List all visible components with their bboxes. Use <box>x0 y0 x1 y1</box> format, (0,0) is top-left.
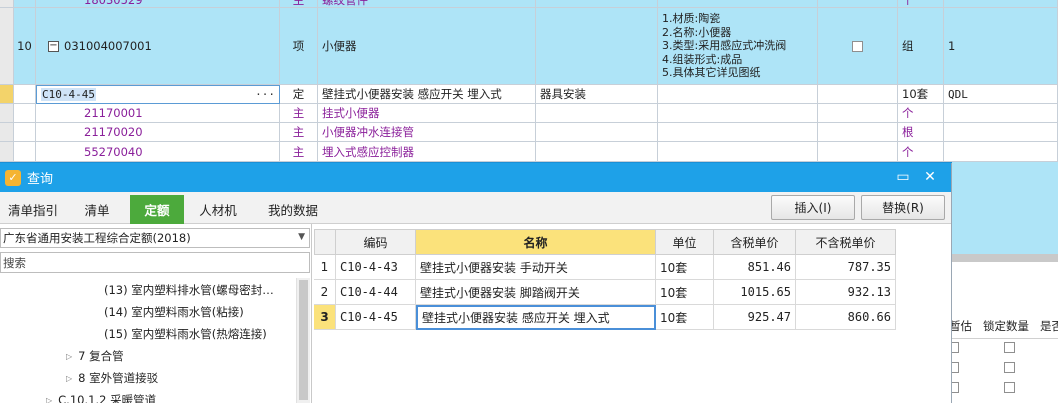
column-header-code[interactable]: 编码 <box>336 229 416 255</box>
table-row[interactable]: 21170001 主 挂式小便器 个 <box>0 104 1058 123</box>
dialog-title: 查询 <box>27 172 54 187</box>
column-header-lock-qty[interactable]: 锁定数量 <box>983 314 1029 338</box>
search-input[interactable] <box>0 252 310 273</box>
row-code: 18030529 <box>36 0 280 8</box>
table-row[interactable]: 55270040 主 埋入式感应控制器 个 <box>0 142 1058 162</box>
table-row[interactable]: C10-4-45 ··· 定 壁挂式小便器安装 感应开关 埋入式 器具安装 10… <box>0 85 1058 104</box>
tab-quota[interactable]: 定额 <box>130 195 184 224</box>
collapse-icon[interactable]: − <box>48 40 59 52</box>
column-header-index <box>314 229 336 255</box>
column-header-name[interactable]: 名称 <box>416 229 656 255</box>
tree-scrollbar[interactable] <box>296 278 310 403</box>
expand-icon[interactable]: ▷ <box>66 352 72 361</box>
close-icon[interactable]: ✕ <box>921 168 939 186</box>
code-input[interactable]: C10-4-45 ··· <box>36 85 280 104</box>
column-header-estimate[interactable]: 暂估 <box>949 314 972 338</box>
column-header-whether[interactable]: 是否 <box>1040 314 1058 338</box>
insert-button[interactable]: 插入(I) <box>771 195 855 220</box>
column-header-notax-price[interactable]: 不含税单价 <box>796 229 896 255</box>
table-row[interactable]: 21170020 主 小便器冲水连接管 根 <box>0 123 1058 142</box>
tab-list-guide[interactable]: 清单指引 <box>0 195 66 224</box>
minimize-icon[interactable]: ▭ <box>894 168 912 186</box>
dialog-titlebar[interactable]: ✓ 查询 ▭ ✕ <box>0 163 952 192</box>
tab-my-data[interactable]: 我的数据 <box>252 195 334 224</box>
tree-item[interactable]: (15) 室内塑料雨水管(热熔连接) <box>104 324 267 344</box>
app-logo-icon: ✓ <box>5 169 21 186</box>
rulebook-select[interactable]: 广东省通用安装工程综合定额(2018) ▼ <box>0 228 310 248</box>
tree-item[interactable]: ▷ 8 室外管道接驳 <box>66 368 158 388</box>
tree-item[interactable]: (14) 室内塑料雨水管(粘接) <box>104 302 244 322</box>
tab-bar: 清单指引 清单 定额 人材机 我的数据 插入(I) 替换(R) <box>0 192 952 224</box>
chevron-down-icon[interactable]: ▼ <box>298 232 305 242</box>
replace-button[interactable]: 替换(R) <box>861 195 945 220</box>
row-number: 10 <box>14 8 36 85</box>
selected-name-cell[interactable]: 壁挂式小便器安装 感应开关 埋入式 <box>416 305 656 330</box>
quota-tree-panel: 广东省通用安装工程综合定额(2018) ▼ (13) 室内塑料排水管(螺母密封…… <box>0 224 312 403</box>
expand-icon[interactable]: ▷ <box>46 396 52 403</box>
checkbox[interactable] <box>852 40 863 52</box>
rulebook-selected: 广东省通用安装工程综合定额(2018) <box>3 231 191 245</box>
tree-item[interactable]: (13) 室内塑料排水管(螺母密封… <box>104 280 274 300</box>
tab-labor-material-machine[interactable]: 人材机 <box>186 195 250 224</box>
checkbox[interactable] <box>1004 342 1015 353</box>
scrollbar-thumb[interactable] <box>299 280 308 400</box>
feature-description: 1.材质:陶瓷 2.名称:小便器 3.类型:采用感应式冲洗阀 4.组装形式:成品… <box>658 8 818 85</box>
background-right-strip: 暂估 锁定数量 是否 <box>948 162 1058 403</box>
row-code: 031004007001 <box>64 39 152 53</box>
query-dialog: ✓ 查询 ▭ ✕ 清单指引 清单 定额 人材机 我的数据 插入(I) 替换(R)… <box>0 162 952 403</box>
tab-list[interactable]: 清单 <box>66 195 128 224</box>
tree-item[interactable]: ▷ 7 复合管 <box>66 346 124 366</box>
tree-item[interactable]: ▷ C.10.1.2 采暖管道 <box>46 390 156 403</box>
table-row[interactable]: 10 − 031004007001 项 小便器 1.材质:陶瓷 2.名称:小便器… <box>0 8 1058 85</box>
column-header-unit[interactable]: 单位 <box>656 229 714 255</box>
expand-icon[interactable]: ▷ <box>66 374 72 383</box>
more-icon[interactable]: ··· <box>255 88 275 101</box>
checkbox[interactable] <box>1004 362 1015 373</box>
checkbox[interactable] <box>1004 382 1015 393</box>
table-row[interactable]: 18030529 主 螺纹管件 个 <box>0 0 1058 8</box>
column-header-tax-price[interactable]: 含税单价 <box>714 229 796 255</box>
